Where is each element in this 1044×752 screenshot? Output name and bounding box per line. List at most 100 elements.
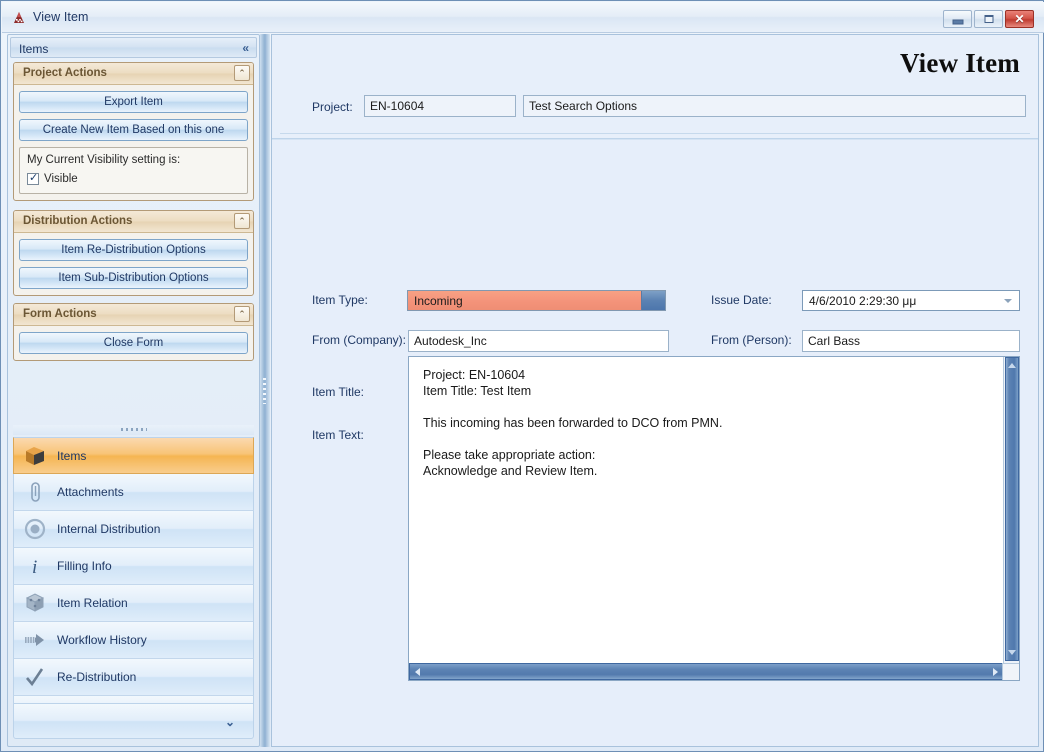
main-content-panel: View Item Project: EN-10604 Test Search … [271,34,1039,747]
group-header[interactable]: Distribution Actions ⌃ [14,211,253,233]
dropdown-button-icon[interactable] [641,291,665,310]
nav-item-label: Workflow History [57,633,147,647]
sidebar-header: Items « [10,37,257,58]
paperclip-icon [23,480,47,504]
checkmark-icon [23,665,47,689]
close-icon: ✕ [1014,13,1024,25]
nav-item-label: Internal Distribution [57,522,160,536]
horizontal-scrollbar[interactable] [409,663,1004,680]
header-separator [280,133,1030,134]
chevron-up-icon[interactable]: ⌃ [234,65,250,81]
group-title: Distribution Actions [23,215,132,227]
splitter-grip-icon [263,378,266,404]
nav-item-label: Attachments [57,485,124,499]
visibility-setting-box: My Current Visibility setting is: Visibl… [19,147,248,194]
navigation-list: Items Attachments Inte [13,437,254,733]
minimize-button[interactable] [943,10,972,28]
group-body: Close Form [14,326,253,360]
group-body: Export Item Create New Item Based on thi… [14,85,253,200]
from-person-label: From (Person): [711,333,792,347]
horizontal-splitter[interactable] [13,425,254,435]
visible-checkbox-label: Visible [44,173,78,185]
target-circle-icon [23,517,47,541]
group-form-actions: Form Actions ⌃ Close Form [13,303,254,361]
visible-checkbox[interactable] [27,173,39,185]
issue-date-value: 4/6/2010 2:29:30 μμ [809,294,916,308]
sidebar-panel: Items « Project Actions ⌃ Export Item Cr… [7,34,260,747]
nav-item-internal-distribution[interactable]: Internal Distribution [13,511,254,548]
issue-date-combobox[interactable]: 4/6/2010 2:29:30 μμ [802,290,1020,311]
group-header[interactable]: Project Actions ⌃ [14,63,253,85]
svg-text:i: i [32,557,37,578]
title-bar: View Item ✕ [2,2,1044,33]
nav-item-attachments[interactable]: Attachments [13,474,254,511]
arrow-right-icon [23,628,47,652]
nav-item-filling-info[interactable]: i Filling Info [13,548,254,585]
from-company-label: From (Company): [312,333,406,347]
group-title: Form Actions [23,308,97,320]
nav-expand-footer[interactable]: ⌄ [13,703,254,739]
nav-item-label: Filling Info [57,559,112,573]
sidebar-header-label: Items [19,42,48,56]
group-distribution-actions: Distribution Actions ⌃ Item Re-Distribut… [13,210,254,296]
group-title: Project Actions [23,67,107,79]
close-button[interactable]: ✕ [1005,10,1034,28]
minimize-icon [952,20,963,25]
splitter-grip-icon [121,428,147,431]
item-type-label: Item Type: [312,293,368,307]
nav-item-workflow-history[interactable]: Workflow History [13,622,254,659]
maximize-button[interactable] [974,10,1003,28]
info-italic-i-icon: i [23,554,47,578]
nav-item-re-distribution[interactable]: Re-Distribution [13,659,254,696]
scroll-right-arrow-icon[interactable] [993,668,998,676]
scroll-up-arrow-icon[interactable] [1008,363,1016,368]
issue-date-label: Issue Date: [711,293,772,307]
chevron-down-icon[interactable] [1004,299,1012,303]
application-window: View Item ✕ Items « Project Actions ⌃ Ex… [0,0,1044,752]
nav-item-label: Re-Distribution [57,670,136,684]
item-text-value: Project: EN-10604 Item Title: Test Item … [423,367,983,479]
vertical-splitter[interactable] [260,34,270,747]
page-title: View Item [900,48,1020,79]
box-3d-icon [23,444,47,468]
from-person-field[interactable]: Carl Bass [802,330,1020,352]
item-text-textarea[interactable]: Project: EN-10604 Item Title: Test Item … [408,356,1020,681]
project-name-field[interactable]: Test Search Options [523,95,1026,117]
chevron-up-icon[interactable]: ⌃ [234,213,250,229]
form-area: Item Type: Incoming Issue Date: 4/6/2010… [272,139,1038,746]
item-subdistribution-options-button[interactable]: Item Sub-Distribution Options [19,267,248,289]
item-type-combobox[interactable]: Incoming [407,290,666,311]
scrollbar-corner [1002,663,1019,680]
maximize-icon [984,15,993,23]
visible-checkbox-row[interactable]: Visible [27,173,240,185]
item-redistribution-options-button[interactable]: Item Re-Distribution Options [19,239,248,261]
item-title-label: Item Title: [312,385,364,399]
export-item-button[interactable]: Export Item [19,91,248,113]
scroll-left-arrow-icon[interactable] [415,668,420,676]
project-header-row: Project: EN-10604 Test Search Options [272,95,1038,125]
vertical-scrollbar[interactable] [1003,357,1019,663]
scrollbar-thumb[interactable] [1005,357,1019,661]
chevron-up-icon[interactable]: ⌃ [234,306,250,322]
nav-item-item-relation[interactable]: Item Relation [13,585,254,622]
project-code-field[interactable]: EN-10604 [364,95,516,117]
from-company-field[interactable]: Autodesk_Inc [408,330,669,352]
chevron-left-double-icon[interactable]: « [242,41,249,55]
project-label: Project: [312,100,353,114]
visibility-label: My Current Visibility setting is: [27,154,240,166]
chevron-down-icon[interactable]: ⌄ [225,715,235,729]
group-body: Item Re-Distribution Options Item Sub-Di… [14,233,253,295]
mesh-cube-icon [23,591,47,615]
item-type-value: Incoming [414,294,463,308]
nav-item-label: Items [57,449,86,463]
scroll-down-arrow-icon[interactable] [1008,650,1016,655]
create-new-item-button[interactable]: Create New Item Based on this one [19,119,248,141]
nav-item-label: Item Relation [57,596,128,610]
item-text-label: Item Text: [312,428,364,442]
window-title: View Item [33,10,89,24]
group-header[interactable]: Form Actions ⌃ [14,304,253,326]
group-project-actions: Project Actions ⌃ Export Item Create New… [13,62,254,201]
nav-item-items[interactable]: Items [13,437,254,474]
close-form-button[interactable]: Close Form [19,332,248,354]
app-pyramid-icon [11,10,27,26]
